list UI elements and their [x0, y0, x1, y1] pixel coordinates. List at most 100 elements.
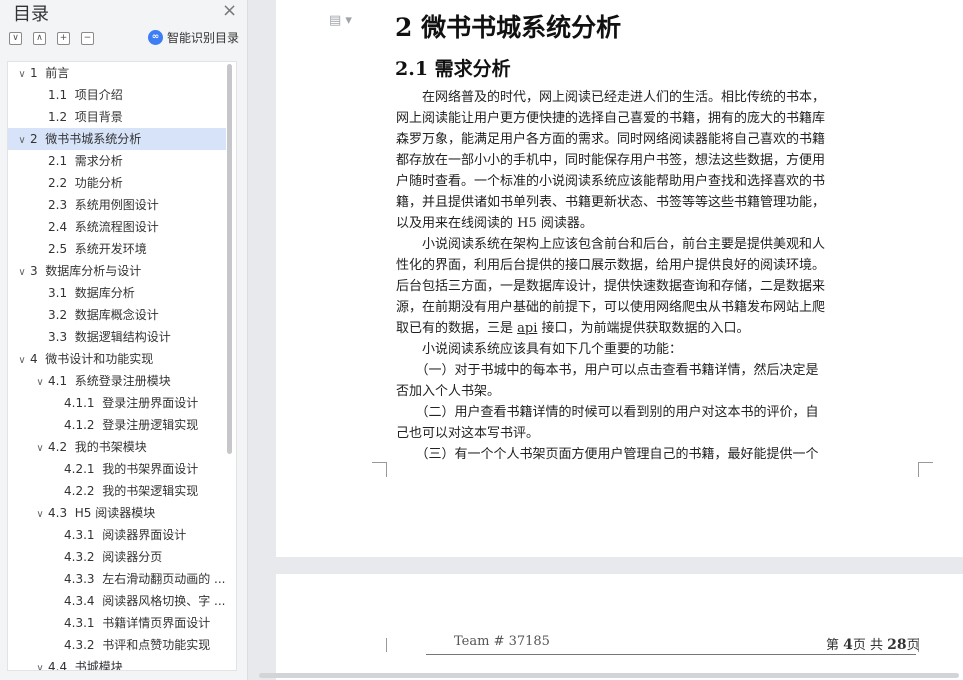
toc-item-number: 2.1	[48, 154, 68, 168]
close-icon[interactable]: ×	[222, 0, 237, 21]
crop-mark	[372, 638, 387, 652]
toc-item-number: 4.3.3	[64, 572, 95, 586]
toc-item[interactable]: 4.2.2 我的书架逻辑实现	[8, 480, 226, 502]
chevron-down-icon[interactable]: ∨	[34, 372, 46, 392]
toc-item-number: 1	[30, 66, 38, 80]
toc-item[interactable]: 4.3.2 阅读器分页	[8, 546, 226, 568]
toc-item-label: 前言	[45, 66, 70, 80]
page-document-icon[interactable]: ▤ ▾	[329, 13, 352, 28]
toc-item[interactable]: ∨ 4.2 我的书架模块	[8, 436, 226, 458]
toc-item[interactable]: ∨ 4 微书设计和功能实现	[8, 348, 226, 370]
body-line: 己也可以对这本写书评。	[396, 426, 540, 441]
toc-item[interactable]: 4.1.1 登录注册界面设计	[8, 392, 226, 414]
chevron-down-icon[interactable]: ∨	[16, 130, 28, 150]
toc-item-number: 4.3.2	[64, 550, 95, 564]
toc-item-label: 书籍详情页界面设计	[102, 616, 211, 630]
chevron-down-icon[interactable]: ∨	[16, 262, 28, 282]
document-page: ▤ ▾ 2 微书书城系统分析 2.1 需求分析 在网络普及的时代，网上阅读已经走…	[276, 0, 963, 557]
toc-item-number: 4.3.1	[64, 528, 95, 542]
toc-item[interactable]: 4.1.2 登录注册逻辑实现	[8, 414, 226, 436]
toc-item-number: 4.2.1	[64, 462, 95, 476]
toc-item-label: 阅读器风格切换、字 ...	[102, 594, 226, 608]
toc-item[interactable]: 2.3 系统用例图设计	[8, 194, 226, 216]
toc-item-number: 1.2	[48, 110, 68, 124]
toc-item-label: 微书设计和功能实现	[45, 352, 154, 366]
subsection-heading: 2.1 需求分析	[395, 58, 511, 80]
toc-item-label: 数据库分析	[74, 286, 135, 300]
chevron-down-icon[interactable]: ∨	[16, 64, 28, 84]
toc-item[interactable]: 2.1 需求分析	[8, 150, 226, 172]
toc-item[interactable]: 4.3.4 阅读器风格切换、字 ...	[8, 590, 226, 612]
body-text: 在网络普及的时代，网上阅读已经走进人们的生活。相比传统的书本， 网上阅读能让用户更…	[396, 87, 916, 465]
toc-scrollbar[interactable]	[227, 64, 232, 454]
toc-item-label: 书评和点赞功能实现	[102, 638, 211, 652]
document-page-footer: Team # 37185 第 4页 共 28页	[276, 574, 963, 680]
toc-item[interactable]: ∨ 2 微书书城系统分析	[8, 128, 226, 150]
footer-rule	[426, 654, 916, 655]
toc-item[interactable]: 3.2 数据库概念设计	[8, 304, 226, 326]
toc-item-label: 阅读器界面设计	[102, 528, 187, 542]
footer-page-suffix: 页	[906, 638, 920, 653]
toc-item[interactable]: 3.3 数据逻辑结构设计	[8, 326, 226, 348]
body-line: 籍，并且提供诸如书单列表、书籍更新状态、书签等等这些书籍管理功能，	[396, 195, 826, 210]
toc-item-number: 4.1.1	[64, 396, 95, 410]
body-line: 户随时查看。一个标准的小说阅读系统应该能帮助用户查找和选择喜欢的书	[396, 174, 826, 189]
body-line: 源，在前期没有用户基础的前提下，可以使用网络爬虫从书籍发布网站上爬	[396, 300, 826, 315]
toc-item-number: 4	[30, 352, 38, 366]
footer-total-pages: 28	[887, 637, 907, 653]
toc-item[interactable]: 2.4 系统流程图设计	[8, 216, 226, 238]
toc-item[interactable]: 1.2 项目背景	[8, 106, 226, 128]
toc-item-label: 系统开发环境	[74, 242, 147, 256]
toc-item[interactable]: ∨ 4.4 书城模块	[8, 656, 226, 671]
toc-item[interactable]: 4.3.1 阅读器界面设计	[8, 524, 226, 546]
chevron-down-icon[interactable]: ∨	[34, 658, 46, 670]
collapse-all-button[interactable]: ∨	[9, 31, 22, 45]
toc-item-number: 4.1	[48, 374, 68, 388]
toc-item[interactable]: 1.1 项目介绍	[8, 84, 226, 106]
toc-item[interactable]: 4.3.2 书评和点赞功能实现	[8, 634, 226, 656]
toc-item[interactable]: 3.1 数据库分析	[8, 282, 226, 304]
toc-item-label: 我的书架模块	[74, 440, 147, 454]
toc-item-label: 项目介绍	[74, 88, 123, 102]
smart-toc-button[interactable]: ∞ 智能识别目录	[148, 29, 239, 46]
toc-item[interactable]: 2.2 功能分析	[8, 172, 226, 194]
chevron-down-icon[interactable]: ∨	[34, 504, 46, 524]
body-line: 森罗万象，能满足用户各方面的需求。同时网络阅读器能将自己喜欢的书籍	[396, 132, 826, 147]
toc-item-number: 4.4	[48, 660, 68, 671]
toc-item-label: 系统登录注册模块	[74, 374, 171, 388]
add-heading-button[interactable]: +	[57, 31, 70, 45]
footer-page-prefix: 第	[826, 638, 844, 653]
toc-item[interactable]: ∨ 3 数据库分析与设计	[8, 260, 226, 282]
expand-up-button[interactable]: ∧	[33, 31, 46, 45]
toc-item-label: 项目背景	[74, 110, 123, 124]
body-line: （三）有一个个人书架页面方便用户管理自己的书籍，最好能提供一个	[396, 447, 819, 462]
toc-item[interactable]: ∨ 4.3 H5 阅读器模块	[8, 502, 226, 524]
body-line: 性化的界面，利用后台提供的接口展示数据，给用户提供良好的阅读环境。	[396, 258, 826, 273]
toc-list: ∨ 1 前言 1.1 项目介绍 1.2 项目背景 ∨ 2 微书书城系统分析 2.1 需求分析…	[7, 61, 237, 671]
crop-mark	[918, 462, 933, 477]
toc-item[interactable]: ∨ 1 前言	[8, 62, 226, 84]
body-line: 以及用来在线阅读的 H5 阅读器。	[396, 216, 593, 231]
toc-item-number: 4.3.1	[64, 616, 95, 630]
toc-item-label: 我的书架逻辑实现	[102, 484, 199, 498]
toc-item[interactable]: 4.3.1 书籍详情页界面设计	[8, 612, 226, 634]
chevron-down-icon[interactable]: ∨	[34, 438, 46, 458]
toc-item[interactable]: ∨ 4.1 系统登录注册模块	[8, 370, 226, 392]
remove-heading-button[interactable]: −	[81, 31, 94, 45]
toc-item[interactable]: 4.3.3 左右滑动翻页动画的 ...	[8, 568, 226, 590]
smart-recognize-icon: ∞	[148, 30, 163, 45]
horizontal-scrollbar[interactable]	[259, 673, 959, 678]
toc-item-label: 我的书架界面设计	[102, 462, 199, 476]
toc-item-label: 阅读器分页	[102, 550, 163, 564]
toc-item-number: 4.3.2	[64, 638, 95, 652]
body-line: 小说阅读系统应该具有如下几个重要的功能：	[396, 342, 683, 357]
toc-item[interactable]: 2.5 系统开发环境	[8, 238, 226, 260]
toc-item-number: 4.3.4	[64, 594, 95, 608]
toc-item-label: 登录注册界面设计	[102, 396, 199, 410]
toc-item[interactable]: 4.2.1 我的书架界面设计	[8, 458, 226, 480]
crop-mark	[372, 462, 387, 477]
chevron-down-icon[interactable]: ∨	[16, 350, 28, 370]
toc-item-label: 微书书城系统分析	[45, 132, 142, 146]
footer-page-number: 第 4页 共 28页	[826, 634, 920, 653]
footer-page-mid: 页 共	[852, 638, 888, 653]
